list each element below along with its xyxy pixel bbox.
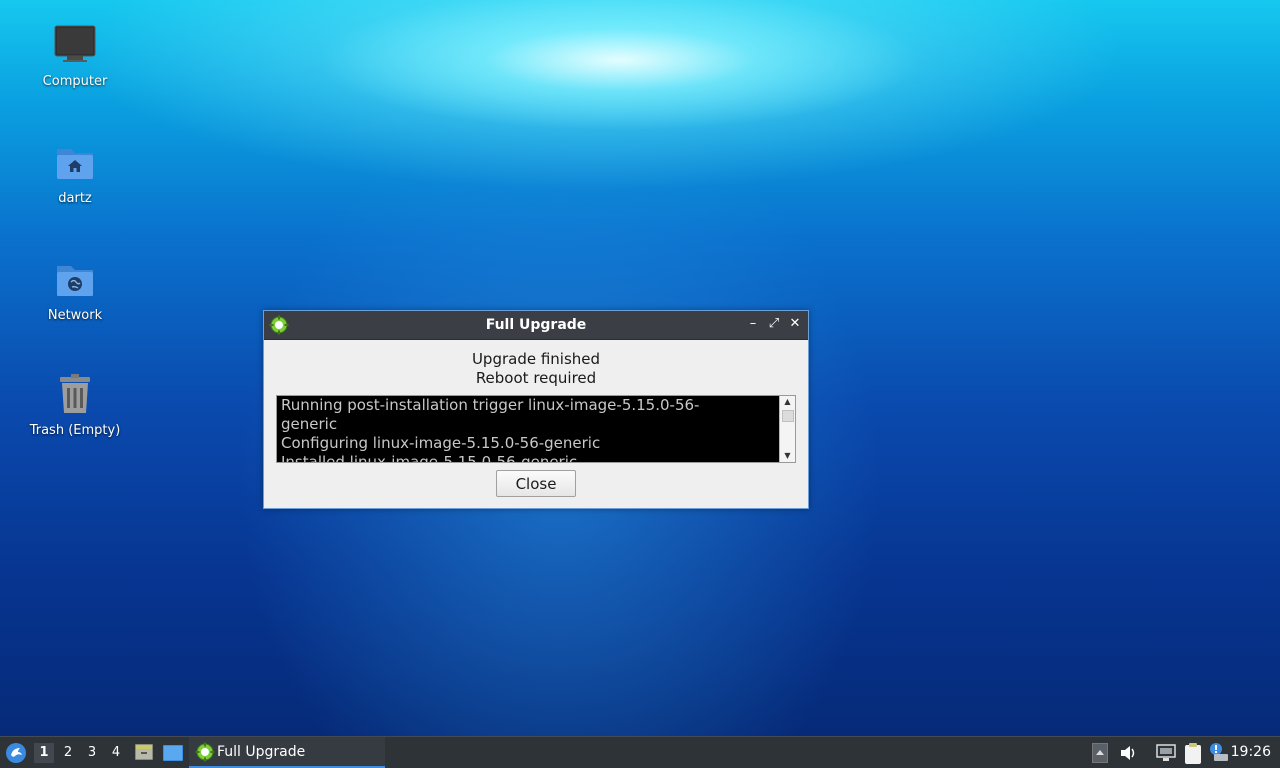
workspace-4[interactable]: 4: [106, 743, 126, 763]
status-message: Upgrade finished: [471, 350, 601, 368]
desktop-icon-home[interactable]: dartz: [20, 139, 130, 206]
workspace-1[interactable]: 1: [34, 743, 54, 763]
dialog-title: Full Upgrade: [485, 317, 587, 333]
desktop-icon-computer[interactable]: Computer: [20, 22, 130, 89]
scrollbar-thumb[interactable]: [782, 410, 794, 422]
desktop-icon-label: Computer: [42, 74, 108, 89]
log-line: Configuring linux-image-5.15.0-56-generi…: [281, 434, 601, 452]
desktop-icon-label: Trash (Empty): [29, 423, 121, 438]
scroll-down-arrow-icon[interactable]: ▼: [780, 450, 795, 462]
network-folder-icon: [57, 266, 93, 296]
desktop-icon-network[interactable]: Network: [20, 256, 130, 323]
maximize-button[interactable]: ⤢: [766, 316, 782, 332]
task-label: Full Upgrade: [217, 744, 306, 760]
clipboard-icon[interactable]: [1182, 741, 1204, 765]
dialog-titlebar[interactable]: Full Upgrade – ⤢ ✕: [264, 311, 808, 340]
file-manager-icon[interactable]: [134, 742, 154, 762]
notification-icon[interactable]: [1208, 741, 1230, 763]
log-lines: Running post-installation trigger linux-…: [281, 396, 777, 463]
scroll-up-arrow-icon[interactable]: ▲: [780, 396, 795, 408]
log-line: Running post-installation trigger linux-…: [281, 396, 700, 414]
tray-up-arrow-icon[interactable]: [1092, 743, 1108, 763]
workspace-3[interactable]: 3: [82, 743, 102, 763]
trash-icon: [60, 374, 90, 413]
workspace-2[interactable]: 2: [58, 743, 78, 763]
upgrade-log-output[interactable]: Running post-installation trigger linux-…: [276, 395, 796, 463]
desktop-icon-label: Network: [47, 308, 103, 323]
log-line: generic: [281, 415, 338, 433]
desktop-icon-label: dartz: [58, 191, 92, 206]
full-upgrade-dialog: Full Upgrade – ⤢ ✕ Upgrade finished Rebo…: [263, 310, 809, 509]
volume-icon[interactable]: [1118, 743, 1138, 763]
desktop-icon-trash[interactable]: Trash (Empty): [20, 371, 130, 438]
network-icon[interactable]: [1155, 743, 1177, 763]
taskbar: 1 2 3 4 Full Upgrade 19:26: [0, 736, 1280, 768]
lxqt-menu-icon[interactable]: [5, 742, 27, 764]
gear-icon: [195, 742, 215, 762]
home-folder-icon: [57, 149, 93, 179]
reboot-message: Reboot required: [475, 369, 597, 387]
show-desktop-icon[interactable]: [162, 744, 184, 762]
monitor-icon: [54, 25, 96, 62]
clock[interactable]: 19:26: [1231, 744, 1271, 760]
log-line: Installed linux-image-5.15.0-56-generic: [281, 453, 578, 463]
close-button[interactable]: Close: [496, 470, 576, 497]
close-window-button[interactable]: ✕: [787, 316, 803, 332]
minimize-button[interactable]: –: [745, 316, 761, 332]
log-scrollbar[interactable]: ▲ ▼: [779, 396, 795, 462]
task-full-upgrade[interactable]: Full Upgrade: [189, 737, 385, 768]
